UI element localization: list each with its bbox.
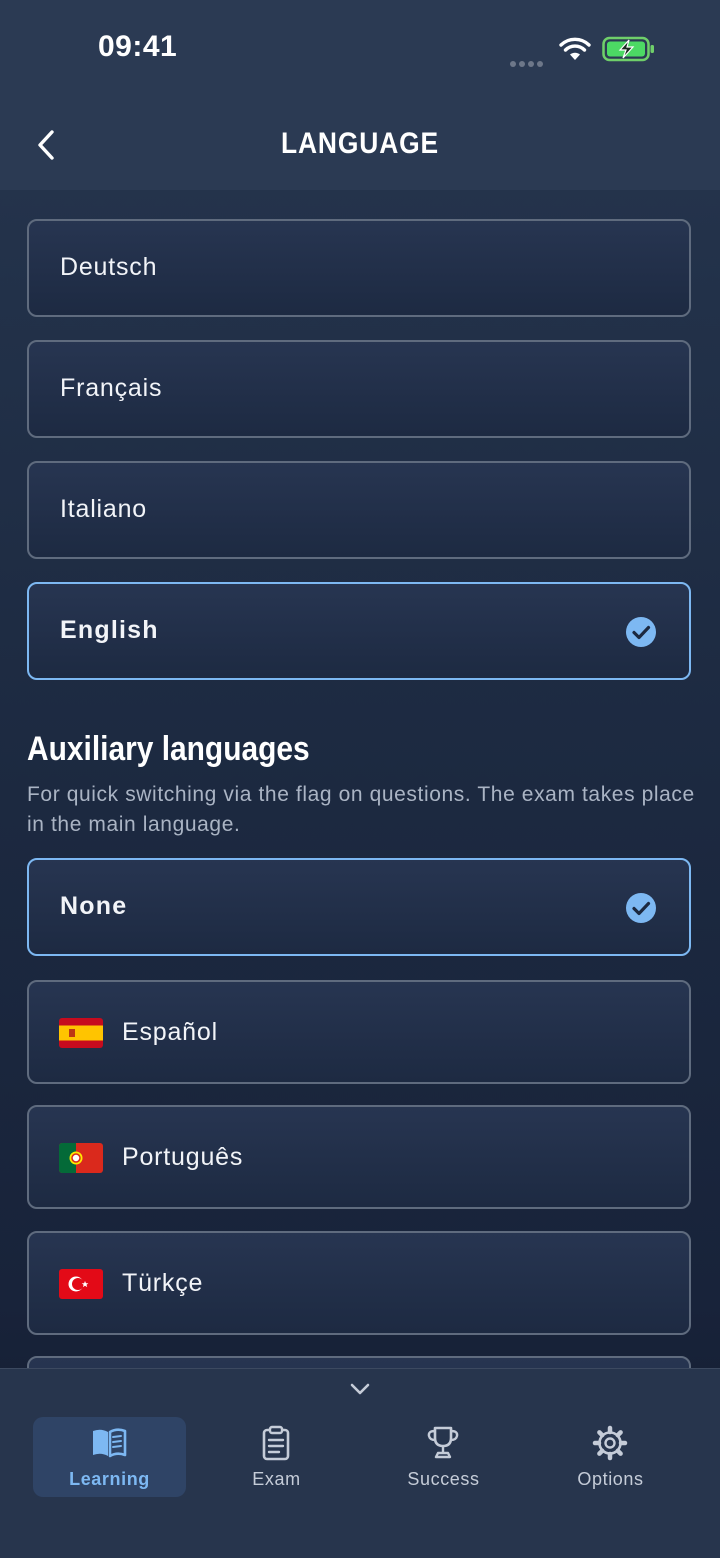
tab-bar: Learning Exam Success Options [0,1368,720,1558]
aux-language-label: Português [122,1143,244,1171]
checkmark-circle-icon [626,617,656,647]
checkmark-circle-icon [626,893,656,923]
language-label: English [60,616,159,644]
spain-flag-icon [59,1018,103,1048]
tab-label: Success [407,1469,480,1489]
aux-language-label: Türkçe [122,1269,204,1297]
book-icon [93,1428,127,1458]
tab-label: Exam [252,1469,301,1489]
battery-charging-icon [602,36,654,62]
language-option-italiano[interactable]: Italiano [27,461,691,559]
gear-icon [592,1425,628,1461]
navigation-bar: LANGUAGE [0,100,720,190]
auxiliary-languages-heading: Auxiliary languages [27,730,310,768]
turkey-flag-icon [59,1269,103,1299]
aux-option-turkce[interactable]: Türkçe [27,1231,691,1335]
language-option-francais[interactable]: Français [27,340,691,438]
language-option-english[interactable]: English [27,582,691,680]
tab-label: Options [577,1469,644,1489]
language-list[interactable]: Deutsch Français Italiano English Auxili… [0,190,720,1370]
wifi-icon [559,37,591,60]
tab-exam[interactable]: Exam [200,1417,353,1497]
status-time: 09:41 [98,30,178,63]
language-label: Italiano [60,495,148,523]
language-label: Français [60,374,163,402]
cellular-signal-icon [510,54,546,72]
chevron-down-icon[interactable] [348,1381,372,1397]
aux-option-espanol[interactable]: Español [27,980,691,1084]
tab-label: Learning [69,1469,150,1489]
tab-success[interactable]: Success [367,1417,520,1497]
auxiliary-languages-description: For quick switching via the flag on ques… [27,783,695,836]
aux-option-portugues[interactable]: Português [27,1105,691,1209]
language-option-deutsch[interactable]: Deutsch [27,219,691,317]
aux-language-label: Español [122,1018,218,1046]
clipboard-icon [262,1425,290,1461]
trophy-icon [427,1426,459,1459]
tab-options[interactable]: Options [534,1417,687,1497]
page-title: LANGUAGE [280,127,440,160]
portugal-flag-icon [59,1143,103,1173]
aux-language-label: None [60,892,128,920]
tab-learning[interactable]: Learning [33,1417,186,1497]
language-label: Deutsch [60,253,158,281]
status-bar: 09:41 [0,0,720,100]
aux-option-none[interactable]: None [27,858,691,956]
